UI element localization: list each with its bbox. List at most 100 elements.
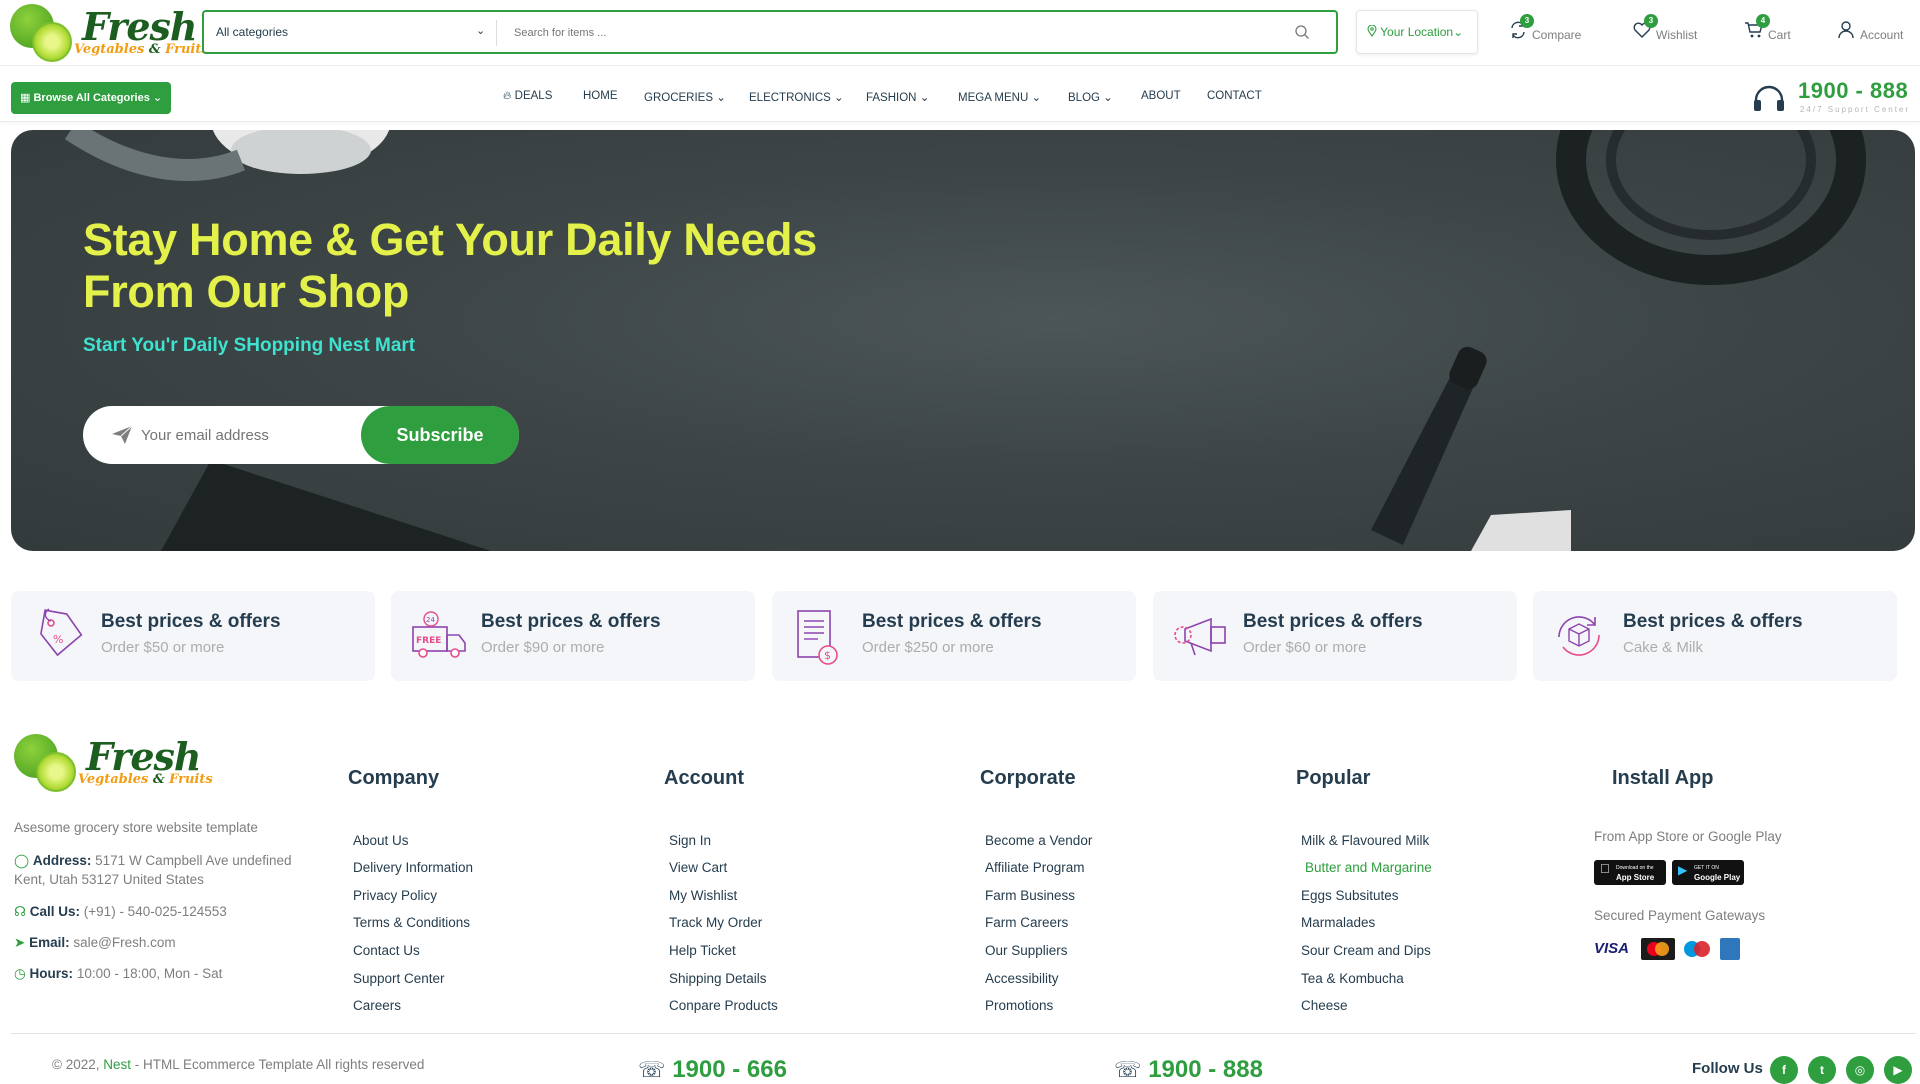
install-caption: From App Store or Google Play: [1594, 829, 1782, 844]
payment-caption: Secured Payment Gateways: [1594, 908, 1766, 923]
nav-groceries[interactable]: GROCERIES ⌄: [644, 90, 726, 104]
mastercard-icon: [1641, 938, 1675, 960]
nav-deals[interactable]: 🔥︎ DEALS: [503, 90, 552, 103]
footer-link[interactable]: Delivery Information: [353, 860, 473, 875]
footer-link[interactable]: Support Center: [353, 971, 445, 986]
footer-column-title: Account: [664, 767, 744, 789]
phone-number: 1900 - 888: [1148, 1056, 1263, 1083]
hero-tagline: Start You'r Daily SHopping Nest Mart: [83, 335, 416, 356]
feature-card: Best prices & offers Order $60 or more: [1153, 591, 1517, 681]
footer-description: Asesome grocery store website template: [14, 820, 258, 835]
account-link[interactable]: Account: [1836, 20, 1916, 46]
footer-link[interactable]: Farm Careers: [985, 915, 1068, 930]
footer-link[interactable]: Track My Order: [669, 915, 762, 930]
footer-link[interactable]: About Us: [353, 833, 409, 848]
address-label: Address:: [32, 853, 92, 868]
support-phone[interactable]: 1900 - 888: [1798, 78, 1908, 104]
chevron-down-icon[interactable]: ⌄: [476, 24, 485, 37]
nav-fashion[interactable]: FASHION ⌄: [866, 90, 929, 104]
cart-count-badge: 4: [1756, 14, 1770, 28]
subscribe-button[interactable]: Subscribe: [361, 406, 519, 464]
nav-mega-menu[interactable]: MEGA MENU ⌄: [958, 90, 1041, 104]
cart-link[interactable]: 4 Cart: [1744, 14, 1808, 46]
category-select[interactable]: All categories: [216, 25, 288, 39]
footer-link[interactable]: My Wishlist: [669, 888, 737, 903]
chevron-down-icon: ⌄: [834, 92, 844, 104]
google-play-badge[interactable]: ▶ GET IT ON Google Play: [1672, 860, 1744, 885]
grid-icon: ▦: [20, 92, 31, 104]
footer-link[interactable]: Farm Business: [985, 888, 1075, 903]
fire-icon: 🔥︎: [503, 90, 512, 102]
footer-link[interactable]: Conpare Products: [669, 998, 778, 1013]
nav-label: DEALS: [514, 90, 553, 102]
footer-link[interactable]: Sour Cream and Dips: [1301, 943, 1431, 958]
call-value[interactable]: (+91) - 540-025-124553: [84, 904, 227, 919]
copyright-brand-link[interactable]: Nest: [103, 1057, 131, 1072]
copyright-suffix: - HTML Ecommerce Template All rights res…: [131, 1057, 425, 1072]
footer-link-active[interactable]: Butter and Margarine: [1305, 860, 1432, 875]
map-pin-icon: [1367, 24, 1377, 37]
logo-tagline: Vegtables & Fruits: [74, 42, 209, 57]
footer-link[interactable]: Affiliate Program: [985, 860, 1085, 875]
hours-value: 10:00 - 18:00, Mon - Sat: [76, 966, 223, 981]
footer-link[interactable]: Become a Vendor: [985, 833, 1092, 848]
footer-link[interactable]: Shipping Details: [669, 971, 767, 986]
search-icon[interactable]: [1294, 24, 1310, 45]
footer-column-title: Popular: [1296, 767, 1371, 789]
svg-text:$: $: [824, 649, 831, 662]
google-play-label: Google Play: [1694, 873, 1741, 882]
footer-link[interactable]: Sign In: [669, 833, 711, 848]
footer-link[interactable]: Terms & Conditions: [353, 915, 470, 930]
site-logo[interactable]: Fresh Vegtables & Fruits: [10, 2, 209, 64]
feature-title: Best prices & offers: [481, 611, 661, 632]
email-input[interactable]: [141, 424, 351, 446]
site-header: Fresh Vegtables & Fruits All categories …: [0, 0, 1920, 66]
chevron-down-icon: ⌄: [1103, 92, 1113, 104]
feature-subtitle: Order $60 or more: [1243, 639, 1367, 656]
copyright: © 2022, Nest - HTML Ecommerce Template A…: [52, 1057, 424, 1072]
footer-link[interactable]: Eggs Subsitutes: [1301, 888, 1399, 903]
location-selector[interactable]: Your Location⌄: [1356, 10, 1478, 54]
app-store-badge[interactable]:  Download on the App Store: [1594, 860, 1666, 885]
maestro-icon: [1680, 938, 1714, 960]
footer-link[interactable]: Contact Us: [353, 943, 420, 958]
footer-column-title: Company: [348, 767, 440, 789]
newsletter-form: Subscribe: [83, 406, 519, 464]
footer-link[interactable]: View Cart: [669, 860, 727, 875]
paper-plane-icon: [112, 425, 133, 444]
compare-label: Compare: [1532, 28, 1582, 42]
wishlist-link[interactable]: 3 Wishlist: [1632, 14, 1712, 46]
phone-number: 1900 - 666: [672, 1056, 787, 1083]
footer-link[interactable]: Accessibility: [985, 971, 1059, 986]
nav-contact[interactable]: CONTACT: [1207, 90, 1262, 102]
main-nav-bar: ▦ Browse All Categories ⌄ 🔥︎ DEALS HOME …: [0, 66, 1920, 122]
footer-link[interactable]: Promotions: [985, 998, 1053, 1013]
footer-link[interactable]: Help Ticket: [669, 943, 736, 958]
footer-link[interactable]: Marmalades: [1301, 915, 1375, 930]
feature-title: Best prices & offers: [1623, 611, 1803, 632]
feature-title: Best prices & offers: [101, 611, 281, 632]
phone-icon: ☏: [638, 1057, 666, 1082]
browse-categories-button[interactable]: ▦ Browse All Categories ⌄: [11, 82, 171, 114]
headset-icon: ☊: [14, 904, 26, 919]
email-value[interactable]: sale@Fresh.com: [73, 935, 175, 950]
megaphone-icon: [1174, 617, 1226, 656]
invoice-icon: $: [797, 610, 838, 665]
nav-blog[interactable]: BLOG ⌄: [1068, 90, 1113, 104]
footer-link[interactable]: Careers: [353, 998, 401, 1013]
map-pin-icon: ◯: [14, 853, 30, 868]
footer-link[interactable]: Tea & Kombucha: [1301, 971, 1404, 986]
nav-home[interactable]: HOME: [583, 90, 618, 102]
logo-tagline: Vegtables & Fruits: [78, 772, 213, 787]
compare-link[interactable]: 3 Compare: [1508, 14, 1598, 46]
location-label: Your Location: [1380, 25, 1454, 39]
footer-link[interactable]: Milk & Flavoured Milk: [1301, 833, 1429, 848]
footer-link[interactable]: Privacy Policy: [353, 888, 437, 903]
footer-link[interactable]: Our Suppliers: [985, 943, 1068, 958]
footer-link[interactable]: Cheese: [1301, 998, 1348, 1013]
footer-logo[interactable]: Fresh Vegtables & Fruits: [14, 732, 213, 794]
nav-about[interactable]: ABOUT: [1141, 90, 1181, 102]
chevron-down-icon: ⌄: [716, 92, 726, 104]
search-input[interactable]: [514, 22, 1214, 44]
nav-electronics[interactable]: ELECTRONICS ⌄: [749, 90, 844, 104]
